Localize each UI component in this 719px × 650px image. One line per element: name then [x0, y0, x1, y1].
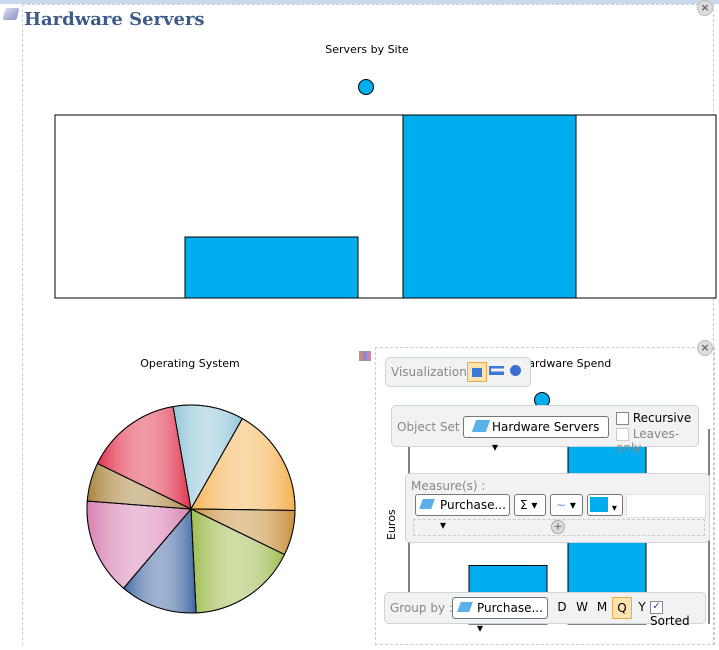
period-selector: DWMQY — [552, 597, 652, 619]
group-by-panel: Group by : Purchase... ▾ DWMQY ✓ Sorted — [384, 592, 706, 635]
add-measure-button[interactable]: + — [551, 520, 565, 534]
visualization-label: Visualization : — [391, 365, 475, 379]
period-W[interactable]: W — [572, 597, 592, 619]
measures-label: Measure(s) : — [411, 479, 486, 493]
recursive-checkbox[interactable]: Recursive — [616, 411, 691, 425]
color-picker[interactable]: ▾ — [587, 494, 623, 516]
period-Q[interactable]: Q — [612, 597, 632, 619]
group-by-label: Group by : — [390, 601, 453, 615]
object-set-label: Object Set : — [397, 420, 468, 434]
sorted-checkbox[interactable]: ✓ Sorted — [650, 600, 705, 628]
line-style-dropdown[interactable]: ∼ ▾ — [550, 494, 583, 516]
leaves-only-checkbox[interactable]: Leaves-only — [616, 427, 698, 455]
pie-chart-icon[interactable] — [510, 365, 521, 376]
period-D[interactable]: D — [552, 597, 572, 619]
horizontal-bar-icon[interactable] — [489, 366, 504, 375]
visualization-panel: Visualization : — [385, 357, 531, 387]
operating-system-pie — [86, 404, 296, 614]
object-set-panel: Object Set : Hardware Servers ▾ Recursiv… — [391, 405, 699, 455]
measure-name-input[interactable] — [626, 494, 706, 518]
period-Y[interactable]: Y — [632, 597, 652, 619]
period-M[interactable]: M — [592, 597, 612, 619]
measures-panel: Measure(s) : Purchase... ▾ Σ ▾ ∼ ▾ ▾ + — [405, 473, 710, 543]
bar-chart-icon[interactable] — [467, 362, 487, 382]
aggregate-dropdown[interactable]: Σ ▾ — [514, 494, 546, 516]
